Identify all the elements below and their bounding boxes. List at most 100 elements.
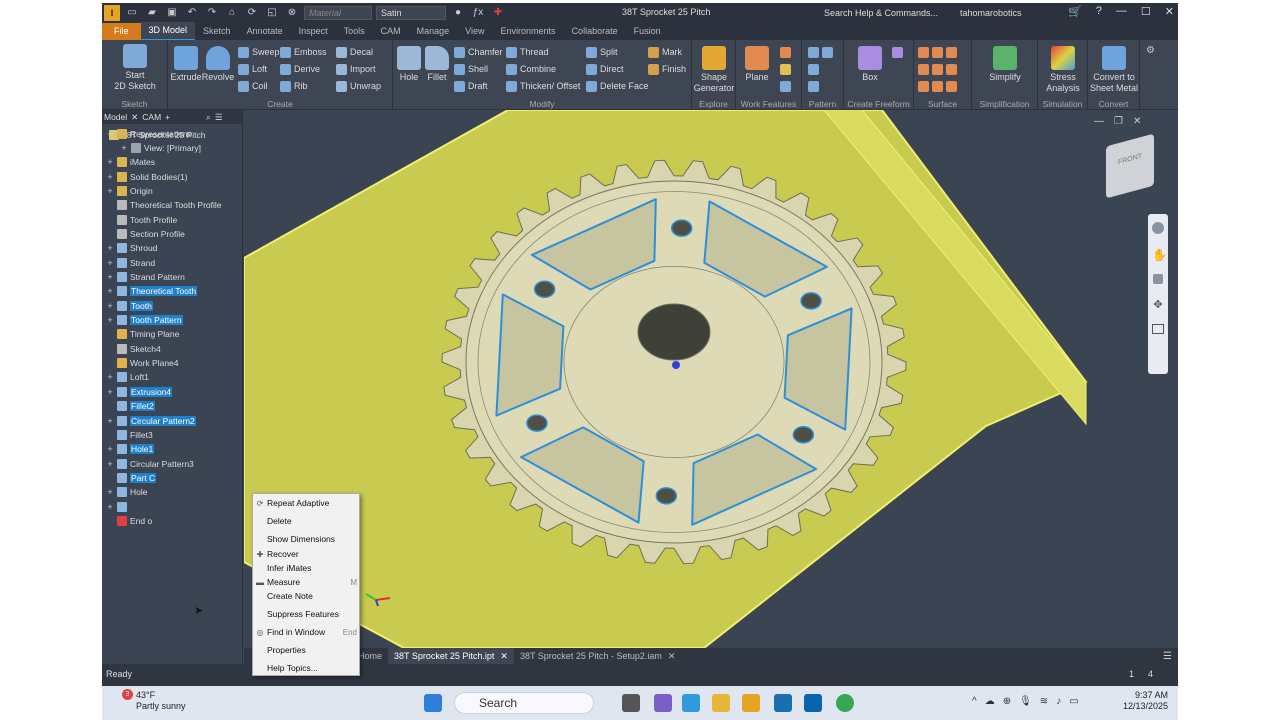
outlook-icon[interactable]: [804, 694, 822, 712]
tree-node[interactable]: + iMates: [106, 156, 155, 169]
defender-icon[interactable]: [774, 694, 792, 712]
onedrive-icon[interactable]: ☁: [985, 696, 995, 707]
tree-node[interactable]: Fillet3: [106, 428, 153, 441]
tab-sketch[interactable]: Sketch: [195, 23, 239, 40]
maximize-icon[interactable]: ☐: [1141, 5, 1151, 18]
tree-node[interactable]: Theoretical Tooth Profile: [106, 199, 222, 212]
fx-icon[interactable]: ƒx: [470, 6, 486, 20]
tree-node[interactable]: Tooth Profile: [106, 213, 177, 226]
tab-tools[interactable]: Tools: [336, 23, 373, 40]
tab-collaborate[interactable]: Collaborate: [564, 23, 626, 40]
context-menu-item[interactable]: Suppress Features: [253, 607, 359, 621]
circular-pattern-button[interactable]: [808, 62, 819, 76]
context-menu-item[interactable]: ▬ Measure M: [253, 575, 359, 589]
box-button[interactable]: Box: [850, 46, 890, 83]
select-icon[interactable]: ◱: [264, 6, 280, 20]
tab-3d-model[interactable]: 3D Model: [140, 22, 196, 41]
graphics-viewport[interactable]: — ❐ ✕ FRONT ✋ ✥: [244, 110, 1178, 648]
close-panel-icon[interactable]: ✕: [131, 112, 138, 123]
tab-inspect[interactable]: Inspect: [291, 23, 336, 40]
extrude-button[interactable]: Extrude: [170, 46, 202, 83]
wifi-icon[interactable]: ≋: [1040, 696, 1048, 707]
weather-widget[interactable]: 3 43°F Partly sunny: [112, 689, 186, 712]
tree-node[interactable]: + Tooth Pattern: [106, 314, 183, 327]
start-icon[interactable]: [424, 694, 442, 712]
tree-node[interactable]: + Strand: [106, 256, 155, 269]
tab-cam[interactable]: CAM: [373, 23, 409, 40]
steering-wheel-icon[interactable]: [1152, 222, 1164, 234]
sketch-pattern-button[interactable]: [808, 79, 819, 93]
finish-button[interactable]: Finish: [648, 62, 686, 76]
expand-icon[interactable]: +: [106, 272, 114, 282]
tab-cam-browser[interactable]: CAM: [142, 112, 161, 122]
surface-row-1[interactable]: [918, 45, 957, 59]
tab-annotate[interactable]: Annotate: [239, 23, 291, 40]
browser-search-icon[interactable]: ⌕: [206, 112, 211, 123]
edge-icon[interactable]: [682, 694, 700, 712]
context-menu-item[interactable]: Show Dimensions: [253, 532, 359, 546]
thicken-offset-button[interactable]: Thicken/ Offset: [506, 79, 580, 93]
context-menu-item[interactable]: ✚ Recover: [253, 547, 359, 561]
expand-icon[interactable]: +: [106, 459, 114, 469]
expand-icon[interactable]: +: [106, 416, 114, 426]
expand-icon[interactable]: +: [106, 487, 114, 497]
tree-node[interactable]: + Loft1: [106, 371, 149, 384]
expand-icon[interactable]: +: [106, 286, 114, 296]
plus-icon[interactable]: ✚: [490, 6, 506, 20]
tree-node[interactable]: + View: [Primary]: [120, 141, 201, 154]
tab-environments[interactable]: Environments: [493, 23, 564, 40]
expand-icon[interactable]: +: [106, 315, 114, 325]
delete-face-button[interactable]: Delete Face: [586, 79, 649, 93]
tree-node[interactable]: + Extrusion4: [106, 385, 173, 398]
coil-button[interactable]: Coil: [238, 79, 268, 93]
tree-node[interactable]: + Origin: [106, 184, 153, 197]
context-menu-item[interactable]: Delete: [253, 514, 359, 528]
axis-button[interactable]: [780, 45, 791, 59]
close-tab-icon[interactable]: ✕: [668, 648, 676, 664]
freeform-more-button[interactable]: [892, 45, 903, 59]
tree-node[interactable]: Fillet2: [106, 400, 155, 413]
revolve-button[interactable]: Revolve: [201, 46, 235, 83]
context-menu-item[interactable]: Properties: [253, 643, 359, 657]
draft-button[interactable]: Draft: [454, 79, 488, 93]
tree-node[interactable]: + Solid Bodies(1): [106, 170, 188, 183]
browser-menu-icon[interactable]: ☰: [215, 112, 223, 123]
ucs-button[interactable]: [780, 79, 791, 93]
expand-icon[interactable]: +: [106, 258, 114, 268]
add-tab-icon[interactable]: +: [165, 112, 170, 122]
tab-view[interactable]: View: [457, 23, 492, 40]
expand-icon[interactable]: +: [120, 143, 128, 153]
minimize-icon[interactable]: —: [1116, 5, 1127, 18]
convert-sheet-metal-button[interactable]: Convert to Sheet Metal: [1088, 46, 1140, 94]
decal-button[interactable]: Decal: [336, 45, 373, 59]
task-view-icon[interactable]: [622, 694, 640, 712]
save-icon[interactable]: ▣: [164, 6, 180, 20]
rib-button[interactable]: Rib: [280, 79, 308, 93]
tree-node[interactable]: Timing Plane: [106, 328, 179, 341]
viewport-restore-icon[interactable]: ❐: [1114, 116, 1123, 127]
expand-icon[interactable]: +: [106, 301, 114, 311]
split-button[interactable]: Split: [586, 45, 618, 59]
chamfer-button[interactable]: Chamfer: [454, 45, 503, 59]
combine-button[interactable]: Combine: [506, 62, 556, 76]
derive-button[interactable]: Derive: [280, 62, 320, 76]
file-explorer-icon[interactable]: [712, 694, 730, 712]
open-icon[interactable]: ▰: [144, 6, 160, 20]
pan-icon[interactable]: ✋: [1152, 248, 1167, 262]
expand-icon[interactable]: +: [106, 243, 114, 253]
orbit-icon[interactable]: ✥: [1152, 298, 1164, 311]
expand-icon[interactable]: +: [106, 502, 114, 512]
context-menu-item[interactable]: Help Topics...: [253, 661, 359, 675]
fillet-button[interactable]: Fillet: [421, 46, 453, 83]
stress-analysis-button[interactable]: Stress Analysis: [1040, 46, 1086, 94]
color-icon[interactable]: ●: [450, 6, 466, 20]
network-icon[interactable]: ⊕: [1003, 696, 1011, 707]
tree-node[interactable]: + Shroud: [106, 242, 157, 255]
home-icon[interactable]: ⌂: [224, 6, 240, 20]
unwrap-button[interactable]: Unwrap: [336, 79, 381, 93]
start-2d-sketch-button[interactable]: Start 2D Sketch: [112, 44, 158, 92]
rectangular-pattern-button[interactable]: [808, 45, 833, 59]
tab-model[interactable]: Model: [104, 112, 127, 122]
material-dropdown[interactable]: Material: [304, 6, 372, 20]
redo-icon[interactable]: ↷: [204, 6, 220, 20]
